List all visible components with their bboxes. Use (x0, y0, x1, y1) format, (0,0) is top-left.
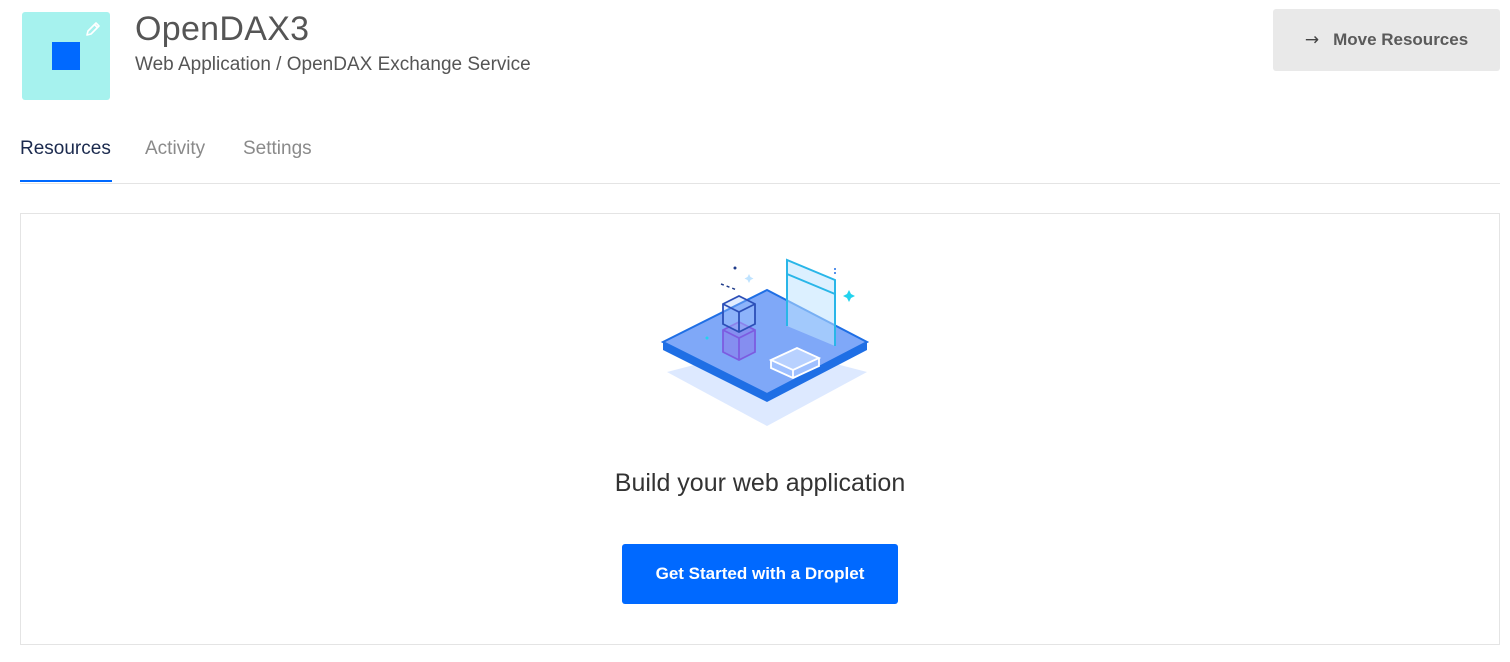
resources-panel: Build your web application Get Started w… (20, 213, 1500, 645)
tab-resources[interactable]: Resources (20, 138, 111, 160)
tab-active-indicator (20, 180, 112, 182)
tab-settings[interactable]: Settings (243, 138, 312, 160)
tab-bar: Resources Activity Settings (20, 128, 1500, 184)
pencil-icon[interactable] (82, 18, 104, 40)
arrow-right-icon: → (1304, 30, 1320, 50)
project-title: OpenDAX3 (135, 10, 310, 48)
empty-state-title: Build your web application (614, 469, 906, 497)
move-resources-label: Move Resources (1333, 30, 1469, 49)
move-resources-button[interactable]: → Move Resources (1273, 9, 1500, 71)
project-icon[interactable] (22, 12, 110, 100)
get-started-droplet-button[interactable]: Get Started with a Droplet (622, 544, 898, 604)
web-application-illustration (660, 258, 870, 426)
tab-activity[interactable]: Activity (145, 138, 205, 160)
project-subtitle: Web Application / OpenDAX Exchange Servi… (135, 54, 531, 75)
project-icon-square (52, 42, 80, 70)
